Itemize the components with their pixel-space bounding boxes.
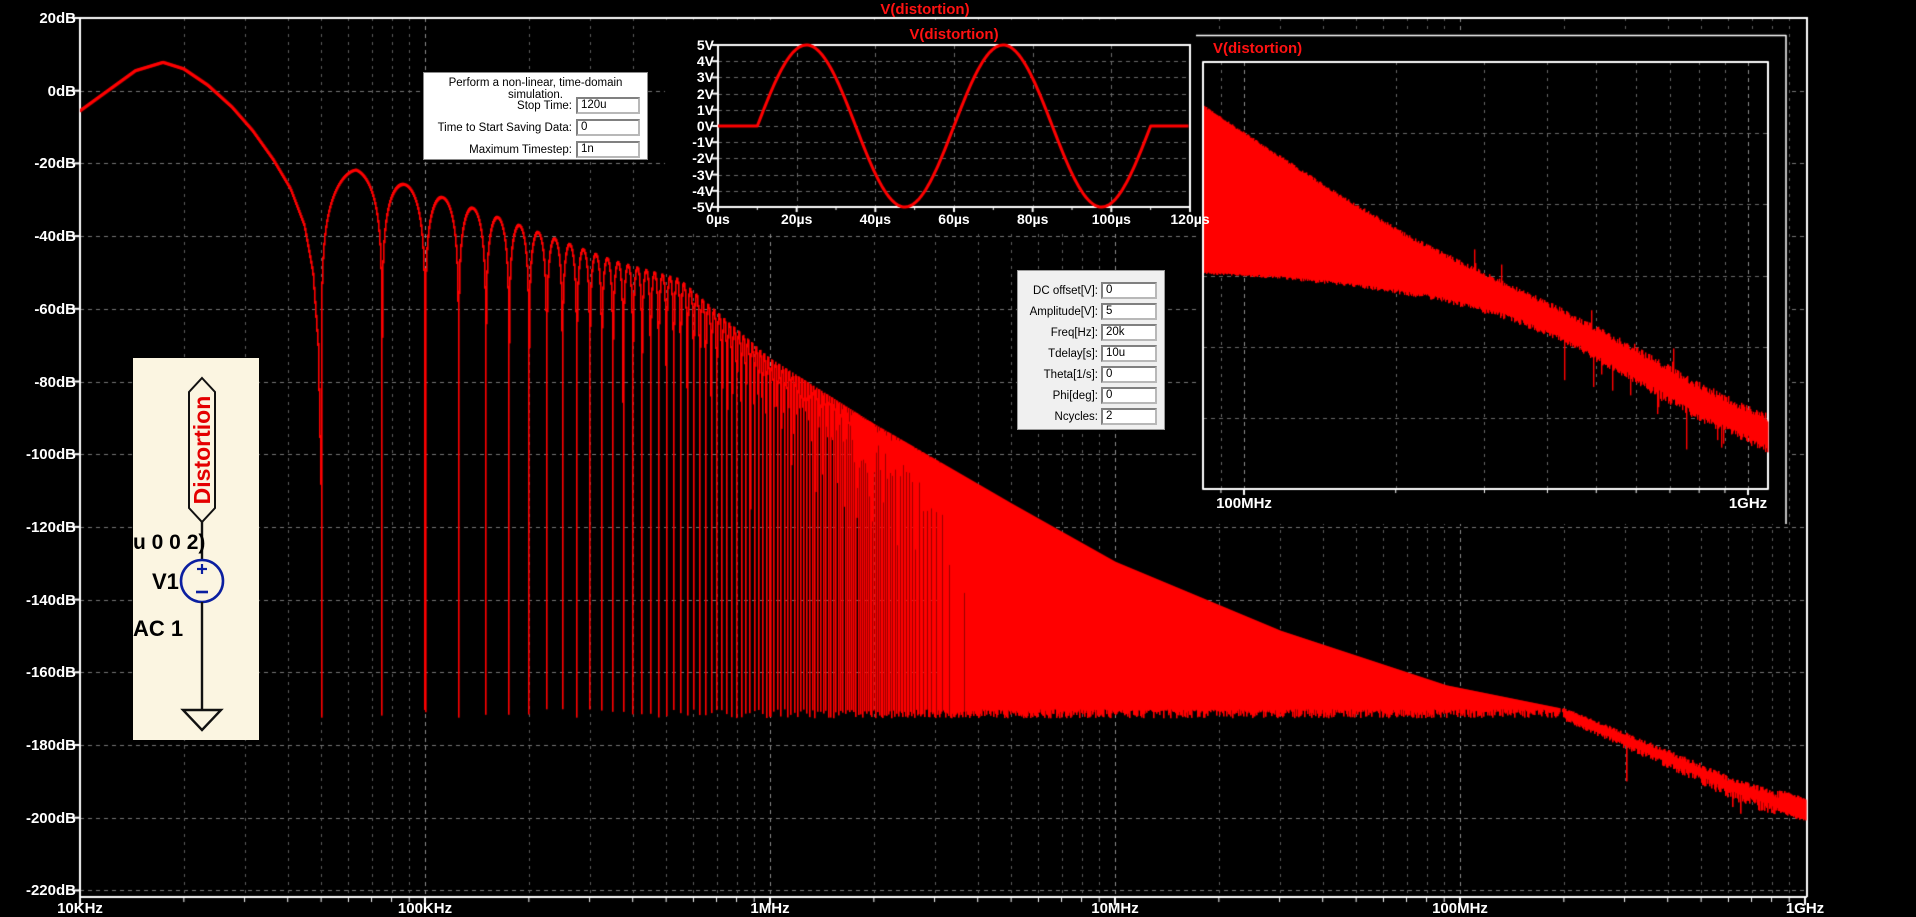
stop-time-label: Stop Time: [517,99,572,112]
amplitude-label: Amplitude[V]: [1029,305,1098,318]
phi-label: Phi[deg]: [1052,389,1098,402]
amplitude-field[interactable]: 5 [1101,303,1157,320]
main-tick-label: -140dB [25,591,76,609]
inset-tick-label: 60µs [938,211,970,227]
inset-tick-label: 4V [696,53,714,70]
net-label-distortion[interactable]: Distortion [189,383,215,517]
main-tick-label: 1GHz [1728,495,1768,512]
tdelay-field[interactable]: 10u [1101,345,1157,362]
main-tick-label: 1MHz [750,900,790,917]
start-saving-field[interactable]: 0 [576,119,640,136]
component-designator[interactable]: V1 [152,569,179,595]
inset-tick-label: 2V [696,85,714,102]
ncycles-label: Ncycles: [1054,410,1098,423]
ncycles-field[interactable]: 2 [1101,408,1157,425]
main-tick-label: -40dB [34,228,76,246]
ltspice-window: V(distortion) V(distortion) V(distortion… [0,0,1916,917]
stop-time-field[interactable]: 120u [576,97,640,114]
main-tick-label: -200dB [25,809,76,827]
sine-source-dialog: DC offset[V]: 0 Amplitude[V]: 5 Freq[Hz]… [1017,270,1165,430]
freq-field[interactable]: 20k [1101,324,1157,341]
inset-tick-label: -3V [692,166,714,183]
main-tick-label: -60dB [34,300,76,318]
main-tick-label: 100KHz [397,900,453,917]
tdelay-label: Tdelay[s]: [1048,347,1098,360]
main-tick-label: 20dB [39,10,76,27]
inset-tick-label: 40µs [859,211,892,227]
main-tick-label: -160dB [25,664,76,682]
freq-inset-trace-legend[interactable]: V(distortion) [1213,40,1302,57]
inset-tick-label: 3V [696,69,714,86]
time-inset-trace-legend[interactable]: V(distortion) [909,26,998,43]
theta-label: Theta[1/s]: [1043,368,1098,381]
theta-field[interactable]: 0 [1101,366,1157,383]
main-tick-label: 10MHz [1091,900,1139,917]
inset-tick-label: -1V [692,134,714,151]
main-trace-legend[interactable]: V(distortion) [880,1,969,18]
inset-tick-label: 0V [696,118,714,134]
spice-directive[interactable]: AC 1 [133,616,183,642]
inset-tick-label: 20µs [780,211,813,227]
ground-icon[interactable] [180,708,224,732]
inset-tick-label: -2V [692,150,714,167]
inset-tick-label: 100µs [1091,211,1131,227]
main-tick-label: -80dB [34,373,76,391]
main-tick-label: -100dB [25,446,76,464]
main-tick-label: -220dB [25,882,76,900]
inset-tick-label: 1V [696,101,714,118]
max-timestep-field[interactable]: 1n [576,141,640,158]
main-tick-label: 100MHz [1216,495,1272,512]
main-tick-label: 10KHz [57,900,103,917]
inset-tick-label: 0µs [706,211,730,227]
waveform-plot-canvas [0,0,1916,917]
inset-tick-label: 5V [696,37,714,53]
phi-field[interactable]: 0 [1101,387,1157,404]
clipped-spice-text[interactable]: u 0 0 2) [133,531,205,555]
main-tick-label: -180dB [25,737,76,754]
max-timestep-label: Maximum Timestep: [469,143,572,156]
transient-dialog: Perform a non-linear, time-domain simula… [423,72,648,160]
dc-offset-label: DC offset[V]: [1033,284,1098,297]
main-tick-label: -120dB [25,518,76,536]
freq-label: Freq[Hz]: [1050,326,1098,339]
main-tick-label: 100MHz [1432,900,1488,917]
inset-tick-label: 120µs [1170,211,1210,227]
start-saving-label: Time to Start Saving Data: [437,121,572,134]
main-tick-label: 0dB [47,82,76,100]
inset-tick-label: -4V [692,182,714,199]
dc-offset-field[interactable]: 0 [1101,282,1157,299]
main-tick-label: -20dB [34,155,76,173]
inset-tick-label: 80µs [1016,211,1049,227]
main-tick-label: 1GHz [1785,900,1825,917]
